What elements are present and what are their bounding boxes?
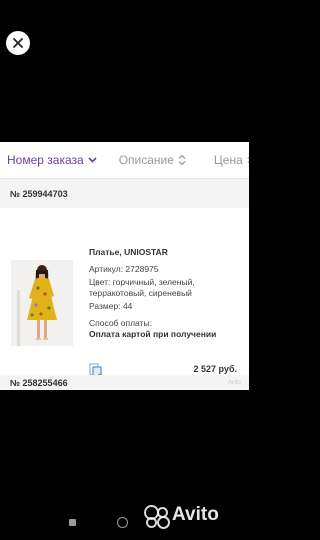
home-button[interactable] [117,517,128,528]
avito-watermark: Avito [142,500,242,530]
sort-description[interactable]: Описание [119,153,186,167]
chevron-down-icon [88,157,97,163]
product-article: Артикул: 2728975 [89,264,159,274]
sort-order-number-label: Номер заказа [7,153,84,167]
sort-updown-icon [247,156,249,164]
sort-bar: Номер заказа Описание Цена [0,142,249,179]
avito-logo-icon [142,503,170,529]
sort-price[interactable]: Цена [214,153,249,167]
product-size: Размер: 44 [89,301,133,311]
payment-method-value: Оплата картой при получении [89,329,217,339]
sort-description-label: Описание [118,153,174,167]
order-price: 2 527 руб. [193,364,237,374]
product-name: Платье, UNIOSTAR [89,247,168,257]
orders-sheet: Номер заказа Описание Цена № 259944703 П… [0,142,249,390]
sort-updown-icon [178,154,186,166]
order-item[interactable]: Платье, UNIOSTAR Артикул: 2728975 Цвет: … [0,208,249,390]
order-number: № 259944703 [0,179,249,208]
order-number: № 258255466 [0,375,249,390]
payment-method-label: Способ оплаты: [89,318,152,328]
recent-apps-button[interactable] [69,519,76,526]
sort-order-number[interactable]: Номер заказа [7,153,97,167]
avito-watermark-text: Avito [172,504,219,525]
sort-price-label: Цена [213,153,243,167]
product-photo[interactable] [11,260,73,346]
product-color: Цвет: горчичный, зеленый, терракотовый, … [89,277,195,298]
dress-image [11,260,73,346]
close-icon [13,38,23,48]
watermark-text: Avito [227,380,241,386]
close-button[interactable] [6,31,30,55]
order-details: Платье, UNIOSTAR Артикул: 2728975 Цвет: … [89,247,241,340]
